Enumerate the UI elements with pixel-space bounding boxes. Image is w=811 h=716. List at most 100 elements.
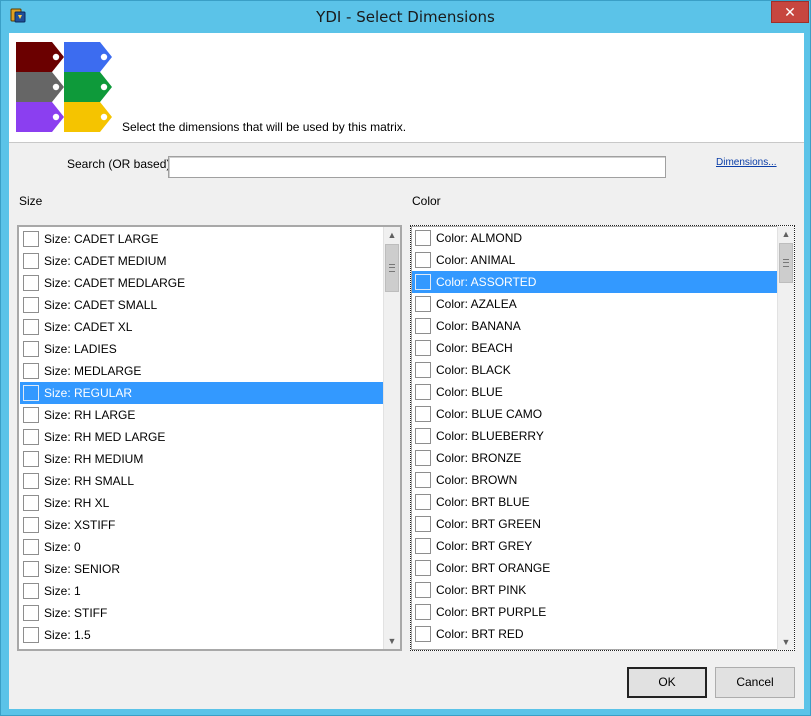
- color-list-item[interactable]: Color: BLUE: [412, 381, 777, 403]
- size-item-checkbox[interactable]: [23, 341, 39, 357]
- size-item-checkbox[interactable]: [23, 561, 39, 577]
- color-list-item[interactable]: Color: BRT GREY: [412, 535, 777, 557]
- color-item-checkbox[interactable]: [415, 450, 431, 466]
- size-list-item[interactable]: Size: RH MEDIUM: [20, 448, 383, 470]
- color-list-item[interactable]: Color: BRT RED: [412, 623, 777, 645]
- tag-hole: [52, 113, 60, 121]
- search-input[interactable]: [168, 156, 666, 178]
- scroll-down-icon[interactable]: ▼: [384, 633, 400, 649]
- ok-button[interactable]: OK: [627, 667, 707, 698]
- size-item-checkbox[interactable]: [23, 517, 39, 533]
- size-list-item[interactable]: Size: CADET MEDIUM: [20, 250, 383, 272]
- color-item-checkbox[interactable]: [415, 538, 431, 554]
- size-item-checkbox[interactable]: [23, 451, 39, 467]
- size-item-checkbox[interactable]: [23, 275, 39, 291]
- size-list-item[interactable]: Size: RH LARGE: [20, 404, 383, 426]
- scroll-down-icon[interactable]: ▼: [778, 634, 794, 650]
- color-list-item[interactable]: Color: BRT PINK: [412, 579, 777, 601]
- size-list-item[interactable]: Size: 1: [20, 580, 383, 602]
- color-item-label: Color: BLUE: [436, 385, 503, 399]
- cancel-button[interactable]: Cancel: [715, 667, 795, 698]
- size-list-item[interactable]: Size: 0: [20, 536, 383, 558]
- color-item-checkbox[interactable]: [415, 494, 431, 510]
- scroll-up-icon[interactable]: ▲: [778, 226, 794, 242]
- size-list-item[interactable]: Size: CADET MEDLARGE: [20, 272, 383, 294]
- color-item-checkbox[interactable]: [415, 296, 431, 312]
- color-list-item[interactable]: Color: BRT PURPLE: [412, 601, 777, 623]
- color-scroll-thumb[interactable]: [779, 243, 793, 283]
- color-list-item[interactable]: Color: ANIMAL: [412, 249, 777, 271]
- color-list-item[interactable]: Color: BLACK: [412, 359, 777, 381]
- size-item-checkbox[interactable]: [23, 407, 39, 423]
- color-item-checkbox[interactable]: [415, 230, 431, 246]
- size-item-checkbox[interactable]: [23, 231, 39, 247]
- size-item-label: Size: REGULAR: [44, 386, 133, 400]
- color-item-checkbox[interactable]: [415, 560, 431, 576]
- size-item-checkbox[interactable]: [23, 473, 39, 489]
- color-list-item[interactable]: Color: BEACH: [412, 337, 777, 359]
- size-list-item[interactable]: Size: STIFF: [20, 602, 383, 624]
- size-item-checkbox[interactable]: [23, 605, 39, 621]
- size-list-item[interactable]: Size: XSTIFF: [20, 514, 383, 536]
- size-item-checkbox[interactable]: [23, 495, 39, 511]
- size-list-item[interactable]: Size: CADET LARGE: [20, 228, 383, 250]
- color-listbox[interactable]: Color: ALMOND Color: ANIMAL Color: ASSORTE…: [410, 225, 795, 651]
- size-list-item[interactable]: Size: MEDLARGE: [20, 360, 383, 382]
- size-item-checkbox[interactable]: [23, 583, 39, 599]
- color-list-item[interactable]: Color: BRT GREEN: [412, 513, 777, 535]
- close-button[interactable]: ✕: [771, 1, 809, 23]
- size-list-item[interactable]: Size: CADET XL: [20, 316, 383, 338]
- dimensions-link[interactable]: Dimensions...: [716, 157, 777, 168]
- color-item-checkbox[interactable]: [415, 472, 431, 488]
- color-list-item[interactable]: Color: ASSORTED: [412, 271, 777, 293]
- color-list-item[interactable]: Color: BLUE CAMO: [412, 403, 777, 425]
- color-list-item[interactable]: Color: BLUEBERRY: [412, 425, 777, 447]
- size-item-checkbox[interactable]: [23, 385, 39, 401]
- title-bar[interactable]: YDI - Select Dimensions ✕: [1, 1, 810, 33]
- scroll-up-icon[interactable]: ▲: [384, 227, 400, 243]
- size-item-checkbox[interactable]: [23, 253, 39, 269]
- size-scrollbar[interactable]: ▲ ▼: [383, 227, 400, 649]
- size-scroll-thumb[interactable]: [385, 244, 399, 292]
- color-list-item[interactable]: Color: BROWN: [412, 469, 777, 491]
- size-list-item[interactable]: Size: SENIOR: [20, 558, 383, 580]
- color-item-checkbox[interactable]: [415, 516, 431, 532]
- color-item-checkbox[interactable]: [415, 626, 431, 642]
- size-list-item[interactable]: Size: CADET SMALL: [20, 294, 383, 316]
- size-list-item[interactable]: Size: RH SMALL: [20, 470, 383, 492]
- size-list-item[interactable]: Size: RH XL: [20, 492, 383, 514]
- size-list-item[interactable]: Size: RH MED LARGE: [20, 426, 383, 448]
- color-item-checkbox[interactable]: [415, 604, 431, 620]
- color-tags-logo-icon: [16, 42, 112, 132]
- size-item-label: Size: CADET XL: [44, 320, 133, 334]
- color-list-item[interactable]: Color: ALMOND: [412, 227, 777, 249]
- color-item-checkbox[interactable]: [415, 274, 431, 290]
- search-label: Search (OR based): [67, 157, 171, 171]
- size-item-checkbox[interactable]: [23, 627, 39, 643]
- color-item-checkbox[interactable]: [415, 252, 431, 268]
- size-item-checkbox[interactable]: [23, 363, 39, 379]
- color-list-item[interactable]: Color: AZALEA: [412, 293, 777, 315]
- size-item-checkbox[interactable]: [23, 297, 39, 313]
- size-list-item[interactable]: Size: REGULAR: [20, 382, 383, 404]
- color-item-checkbox[interactable]: [415, 428, 431, 444]
- color-item-checkbox[interactable]: [415, 340, 431, 356]
- size-item-checkbox[interactable]: [23, 539, 39, 555]
- color-item-checkbox[interactable]: [415, 582, 431, 598]
- color-list-item[interactable]: Color: BRT BLUE: [412, 491, 777, 513]
- header-panel: Select the dimensions that will be used …: [9, 33, 804, 143]
- color-list-item[interactable]: Color: BRONZE: [412, 447, 777, 469]
- size-item-checkbox[interactable]: [23, 319, 39, 335]
- color-item-checkbox[interactable]: [415, 362, 431, 378]
- size-list-item[interactable]: Size: 1.5: [20, 624, 383, 646]
- size-item-checkbox[interactable]: [23, 429, 39, 445]
- color-item-checkbox[interactable]: [415, 384, 431, 400]
- size-listbox[interactable]: Size: CADET LARGE Size: CADET MEDIUM Size:…: [17, 225, 402, 651]
- tag-hole: [52, 53, 60, 61]
- color-list-item[interactable]: Color: BANANA: [412, 315, 777, 337]
- color-item-checkbox[interactable]: [415, 406, 431, 422]
- color-list-item[interactable]: Color: BRT ORANGE: [412, 557, 777, 579]
- color-item-checkbox[interactable]: [415, 318, 431, 334]
- size-list-item[interactable]: Size: LADIES: [20, 338, 383, 360]
- color-scrollbar[interactable]: ▲ ▼: [777, 226, 794, 650]
